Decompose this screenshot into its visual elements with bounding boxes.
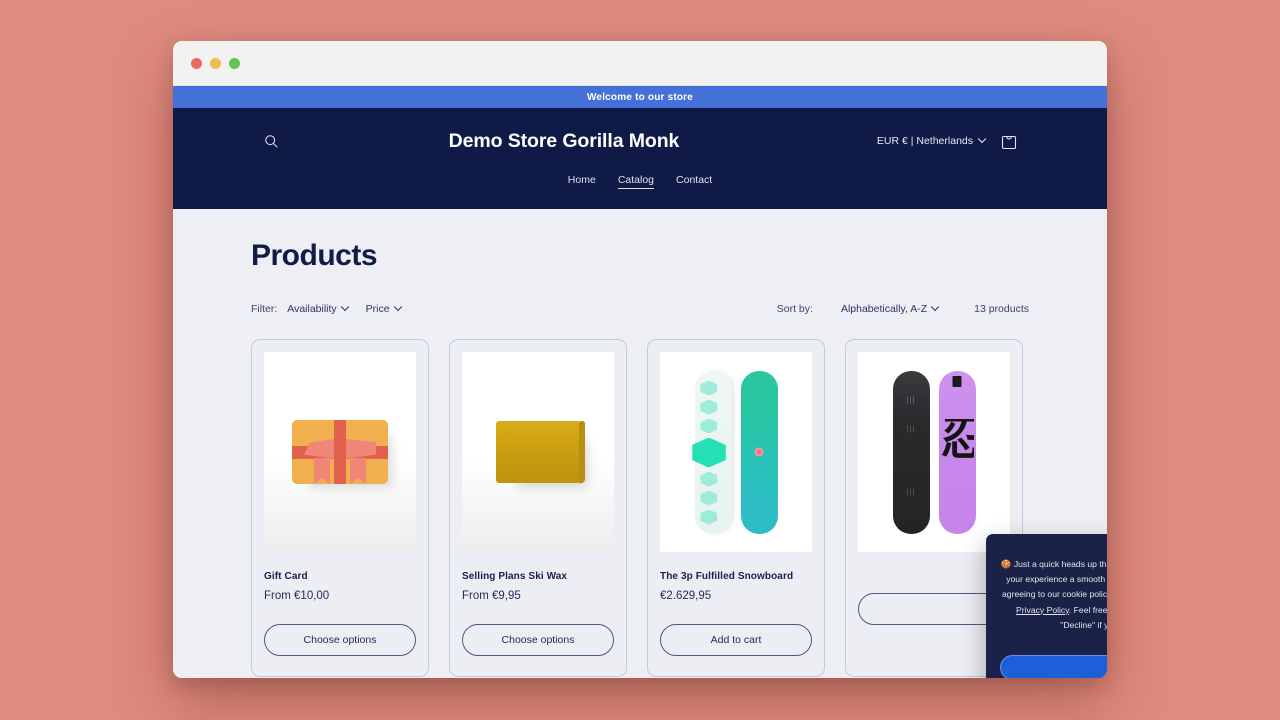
chevron-down-icon [393, 302, 402, 312]
snowboard-pair-icon [691, 370, 778, 534]
cart-button[interactable] [1001, 133, 1017, 150]
window-minimize-button[interactable] [210, 57, 221, 69]
sort-value: Alphabetically, A-Z [840, 303, 928, 315]
page-title: Products [251, 239, 378, 272]
add-to-cart-button[interactable]: Add to cart [660, 624, 812, 656]
browser-window: Welcome to our store Demo Store Gorilla … [173, 41, 1107, 678]
browser-titlebar [173, 41, 1107, 86]
product-image [264, 352, 416, 552]
cookie-heading: Hey! [1000, 543, 1107, 553]
nav-item-catalog[interactable]: Catalog [617, 174, 655, 189]
main-nav: Home Catalog Contact [173, 174, 1107, 189]
ski-wax-icon [496, 421, 580, 483]
locale-label: EUR € | Netherlands [876, 135, 973, 147]
sort-group: Sort by: Alphabetically, A-Z 13 products [776, 302, 1029, 315]
announcement-bar: Welcome to our store [173, 86, 1107, 108]
product-grid: Gift Card From €10,00 Choose options Sel… [251, 339, 1029, 677]
window-zoom-button[interactable] [229, 57, 240, 69]
sort-label: Sort by: [776, 303, 813, 315]
cookie-accept-button[interactable]: Accept [1000, 655, 1107, 678]
cookie-text-before-link: Just a quick heads up that we use cookie… [1002, 559, 1107, 600]
nav-item-contact[interactable]: Contact [676, 174, 712, 189]
product-card[interactable]: Selling Plans Ski Wax From €9,95 Choose … [449, 339, 627, 677]
choose-options-button[interactable]: Choose options [462, 624, 614, 656]
currency-country-selector[interactable]: EUR € | Netherlands [876, 134, 987, 147]
header-row: Demo Store Gorilla Monk EUR € | Netherla… [173, 124, 1107, 158]
chevron-down-icon [930, 302, 940, 312]
filter-availability[interactable]: Availability [287, 302, 349, 315]
cookie-body: 🍪 Just a quick heads up that we use cook… [1000, 557, 1107, 633]
product-price: €2.629,95 [660, 590, 712, 602]
filter-price[interactable]: Price [365, 302, 402, 315]
sort-select[interactable]: Alphabetically, A-Z [840, 302, 940, 315]
announcement-text: Welcome to our store [586, 91, 694, 103]
store-title: Demo Store Gorilla Monk [448, 129, 680, 152]
product-image [660, 352, 812, 552]
site-header: Demo Store Gorilla Monk EUR € | Netherla… [173, 108, 1107, 209]
product-title: The 3p Fulfilled Snowboard [660, 571, 794, 582]
filter-price-label: Price [365, 303, 390, 315]
product-card[interactable]: Gift Card From €10,00 Choose options [251, 339, 429, 677]
product-title: Selling Plans Ski Wax [462, 571, 568, 582]
product-count: 13 products [974, 303, 1029, 315]
choose-options-button[interactable]: Choose options [264, 624, 416, 656]
snowboard-pair-icon: ||| ||| ||| 忍 [892, 370, 976, 534]
window-close-button[interactable] [191, 57, 202, 69]
product-title: Gift Card [264, 571, 308, 582]
chevron-down-icon [340, 302, 349, 312]
header-right: EUR € | Netherlands [877, 133, 1085, 150]
cookie-emoji: 🍪 [1000, 559, 1012, 569]
filter-group: Filter: Availability Price [251, 302, 419, 315]
product-price: From €10,00 [264, 590, 330, 602]
collection-toolbar: Filter: Availability Price Sort by: Alph… [251, 302, 1029, 315]
product-image: ||| ||| ||| 忍 [858, 352, 1010, 552]
filter-label: Filter: [251, 303, 278, 315]
filter-availability-label: Availability [287, 303, 337, 315]
product-image [462, 352, 614, 552]
shopping-bag-icon [1001, 135, 1017, 149]
page-content: Products Filter: Availability Price Sort… [173, 209, 1107, 678]
cookie-cheers: Cheers! [1000, 633, 1107, 643]
chevron-down-icon [977, 134, 987, 144]
cookie-notice-dialog: Hey! 🍪 Just a quick heads up that we use… [986, 534, 1107, 678]
privacy-policy-link[interactable]: Privacy Policy [1016, 605, 1069, 615]
gift-card-icon [292, 420, 388, 484]
product-card[interactable]: The 3p Fulfilled Snowboard €2.629,95 Add… [647, 339, 825, 677]
nav-item-home[interactable]: Home [568, 174, 596, 189]
product-price: From €9,95 [462, 590, 521, 602]
